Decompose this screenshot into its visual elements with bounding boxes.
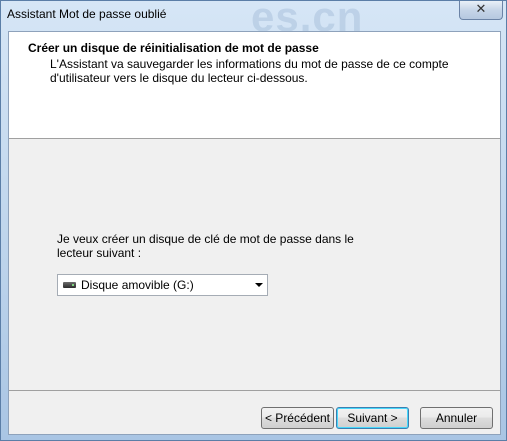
wizard-header: Créer un disque de réinitialisation de m…: [9, 32, 500, 139]
close-icon: ✕: [475, 2, 487, 17]
drive-prompt-label: Je veux créer un disque de clé de mot de…: [57, 232, 354, 260]
cancel-button[interactable]: Annuler: [420, 407, 493, 429]
wizard-client-area: Créer un disque de réinitialisation de m…: [8, 31, 501, 435]
back-button[interactable]: < Précédent: [261, 407, 334, 429]
next-button[interactable]: Suivant >: [336, 407, 409, 429]
wizard-window: es.cn Assistant Mot de passe oublié ✕ Cr…: [0, 0, 507, 441]
title-bar[interactable]: es.cn Assistant Mot de passe oublié ✕: [1, 0, 506, 40]
footer-divider: [9, 390, 500, 391]
page-description: L'Assistant va sauvegarder les informati…: [50, 57, 449, 85]
close-button[interactable]: ✕: [459, 1, 503, 20]
page-title: Créer un disque de réinitialisation de m…: [28, 41, 319, 55]
drive-select[interactable]: Disque amovible (G:): [57, 274, 268, 296]
removable-drive-icon: [63, 282, 76, 288]
window-title: Assistant Mot de passe oublié: [7, 7, 167, 21]
chevron-down-icon[interactable]: [255, 283, 263, 287]
drive-select-value: Disque amovible (G:): [81, 278, 194, 292]
